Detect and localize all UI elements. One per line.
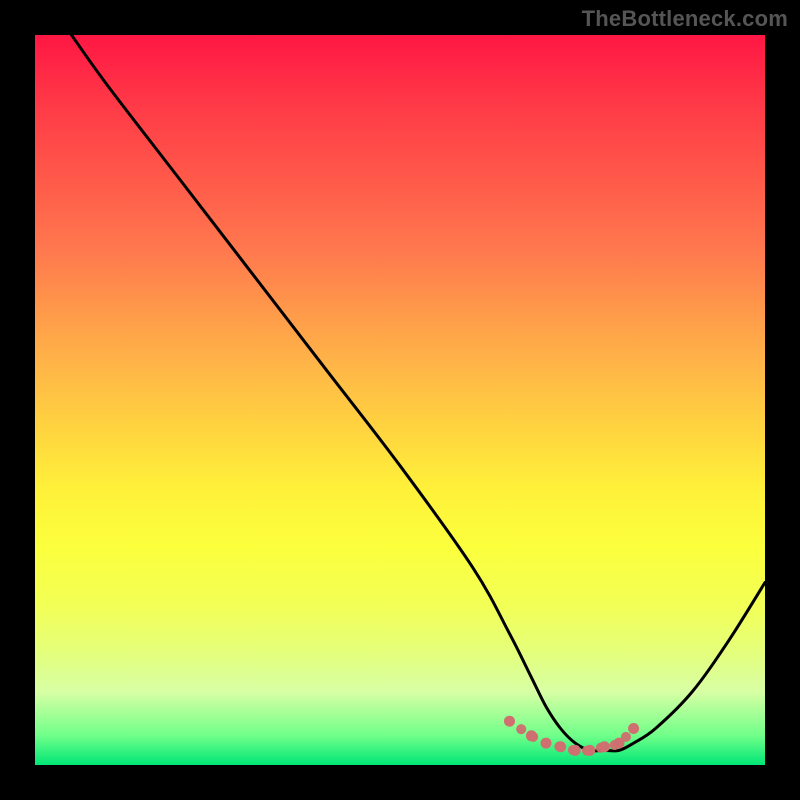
valley-dot bbox=[555, 741, 566, 752]
valley-dot bbox=[628, 723, 639, 734]
chart-stage: TheBottleneck.com bbox=[0, 0, 800, 800]
valley-dot bbox=[599, 741, 610, 752]
valley-dot bbox=[541, 738, 552, 749]
chart-svg bbox=[35, 35, 765, 765]
valley-dot bbox=[504, 716, 515, 727]
valley-dot bbox=[614, 738, 625, 749]
valley-dot bbox=[570, 745, 581, 756]
valley-dot bbox=[584, 745, 595, 756]
plot-area bbox=[35, 35, 765, 765]
main-curve bbox=[72, 35, 766, 751]
attribution-label: TheBottleneck.com bbox=[582, 6, 788, 32]
valley-dot bbox=[526, 730, 537, 741]
